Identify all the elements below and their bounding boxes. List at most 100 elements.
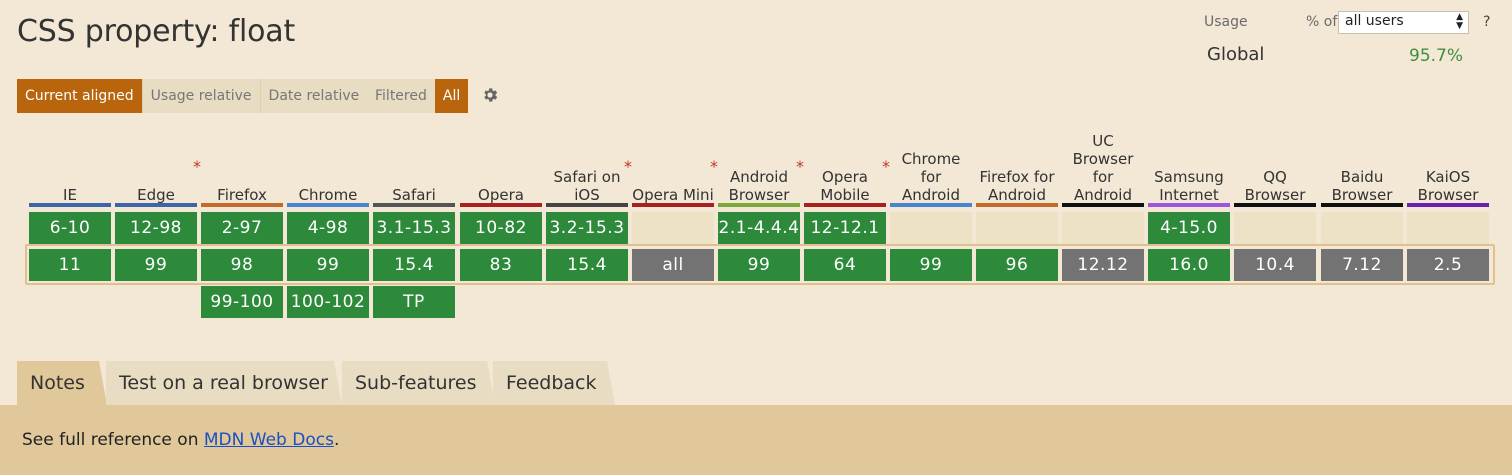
tab-test-on-real-browser[interactable]: Test on a real browser [106, 361, 330, 405]
browser-header-firefox[interactable]: Firefox [201, 128, 283, 204]
browser-name: Opera Mobile [820, 168, 870, 204]
browser-name: Safari on iOS [553, 168, 621, 204]
browser-header-opera-mobile[interactable]: Opera Mobile * [804, 128, 890, 205]
notes-asterisk-icon[interactable]: * [624, 158, 632, 176]
support-cell[interactable]: 12-98 [115, 212, 197, 244]
help-icon[interactable]: ? [1483, 14, 1490, 30]
tab-feedback-tail [603, 361, 615, 405]
support-cell[interactable]: 6-10 [29, 212, 111, 244]
view-mode-group: Current aligned Usage relative Date rela… [17, 79, 368, 113]
browser-name: Opera Mini [632, 186, 714, 204]
support-cell [632, 212, 714, 244]
notes-text: See full reference on MDN Web Docs. [22, 430, 339, 450]
browser-header-chrome[interactable]: Chrome [287, 128, 369, 204]
date-relative-button[interactable]: Date relative [259, 79, 368, 113]
tab-notes[interactable]: Notes [17, 361, 95, 405]
support-cell[interactable]: 4-15.0 [1148, 212, 1230, 244]
filter-group: Filtered All [367, 79, 469, 113]
browser-name: Firefox for Android [979, 168, 1055, 204]
browser-header-edge[interactable]: Edge * [115, 128, 201, 205]
browser-color-bar [1234, 203, 1316, 207]
support-cell[interactable]: 10-82 [460, 212, 542, 244]
select-arrows-icon: ▲ ▼ [1456, 12, 1463, 31]
notes-panel: See full reference on MDN Web Docs. [0, 405, 1512, 475]
browser-name: UC Browser for Android [1072, 132, 1134, 204]
browser-color-bar [460, 203, 542, 207]
support-cell[interactable]: 99-100 [201, 286, 283, 318]
support-cell [1321, 212, 1403, 244]
browser-header-android-browser[interactable]: Android Browser * [718, 128, 804, 205]
browser-header-kaios-browser[interactable]: KaiOS Browser [1407, 128, 1489, 204]
browser-color-bar [804, 203, 886, 207]
browser-header-chrome-for-android[interactable]: Chrome for Android [890, 128, 972, 204]
gear-icon[interactable] [481, 86, 499, 104]
usage-relative-button[interactable]: Usage relative [141, 79, 260, 113]
browser-header-safari[interactable]: Safari [373, 128, 455, 204]
browser-name: Edge [137, 186, 175, 204]
browser-header-uc-browser-for-android[interactable]: UC Browser for Android [1062, 128, 1144, 204]
browser-header-samsung-internet[interactable]: Samsung Internet [1148, 128, 1230, 204]
support-cell[interactable]: 4-98 [287, 212, 369, 244]
notes-prefix: See full reference on [22, 430, 204, 450]
browser-header-qq-browser[interactable]: QQ Browser [1234, 128, 1316, 204]
current-version-row [25, 244, 1495, 285]
tab-test-tail [330, 361, 342, 405]
browser-color-bar [1062, 203, 1144, 207]
global-value: 95.7% [1409, 46, 1464, 66]
support-cell [1407, 212, 1489, 244]
browser-color-bar [287, 203, 369, 207]
browser-header-ie[interactable]: IE [29, 128, 111, 204]
notes-asterisk-icon[interactable]: * [710, 158, 718, 176]
support-cell[interactable]: 3.1-15.3 [373, 212, 455, 244]
tab-feedback[interactable]: Feedback [493, 361, 603, 405]
mdn-link[interactable]: MDN Web Docs [204, 430, 334, 450]
browser-color-bar [1148, 203, 1230, 207]
support-cell [976, 212, 1058, 244]
current-aligned-button[interactable]: Current aligned [17, 79, 142, 113]
all-button[interactable]: All [434, 79, 469, 113]
global-label: Global [1207, 44, 1265, 65]
usage-panel: Usage % of all users ▲ ▼ ? Global 95.7% [1200, 10, 1500, 70]
support-cell[interactable]: 12-12.1 [804, 212, 886, 244]
browser-color-bar [890, 203, 972, 207]
browser-color-bar [632, 203, 714, 207]
browser-name: Chrome [298, 186, 358, 204]
browser-header-opera-mini[interactable]: Opera Mini * [632, 128, 718, 205]
browser-color-bar [718, 203, 800, 207]
browser-header-opera[interactable]: Opera [460, 128, 542, 204]
tab-feedback-label: Feedback [506, 372, 597, 394]
browser-name: Safari [392, 186, 436, 204]
notes-asterisk-icon[interactable]: * [193, 158, 201, 176]
browser-header-firefox-for-android[interactable]: Firefox for Android [976, 128, 1058, 204]
browser-header-baidu-browser[interactable]: Baidu Browser [1321, 128, 1403, 204]
browser-name: Baidu Browser [1331, 168, 1393, 204]
notes-asterisk-icon[interactable]: * [796, 158, 804, 176]
support-cell[interactable]: 100-102 [287, 286, 369, 318]
notes-asterisk-icon[interactable]: * [882, 158, 890, 176]
browser-color-bar [1321, 203, 1403, 207]
browser-color-bar [115, 203, 197, 207]
browser-color-bar [201, 203, 283, 207]
browser-header-safari-on-ios[interactable]: Safari on iOS * [546, 128, 633, 205]
browser-color-bar [976, 203, 1058, 207]
browser-name: Opera [478, 186, 524, 204]
browser-color-bar [546, 203, 628, 207]
browser-name: Android Browser [728, 168, 790, 204]
browser-name: IE [63, 186, 77, 204]
support-cell[interactable]: 2-97 [201, 212, 283, 244]
tab-sub-features[interactable]: Sub-features [342, 361, 483, 405]
users-select-value: all users [1345, 13, 1404, 29]
notes-suffix: . [333, 430, 340, 450]
browser-name: Samsung Internet [1154, 168, 1224, 204]
browser-name: KaiOS Browser [1417, 168, 1479, 204]
users-select[interactable]: all users ▲ ▼ [1338, 11, 1469, 34]
support-cell[interactable]: 3.2-15.3 [546, 212, 628, 244]
support-cell [1062, 212, 1144, 244]
filtered-button[interactable]: Filtered [367, 79, 435, 113]
pct-of-label: % of [1306, 14, 1338, 30]
support-cell[interactable]: 2.1-4.4.4 [718, 212, 800, 244]
support-cell [890, 212, 972, 244]
usage-label: Usage [1204, 14, 1248, 30]
tab-notes-label: Notes [30, 372, 85, 394]
support-cell[interactable]: TP [373, 286, 455, 318]
